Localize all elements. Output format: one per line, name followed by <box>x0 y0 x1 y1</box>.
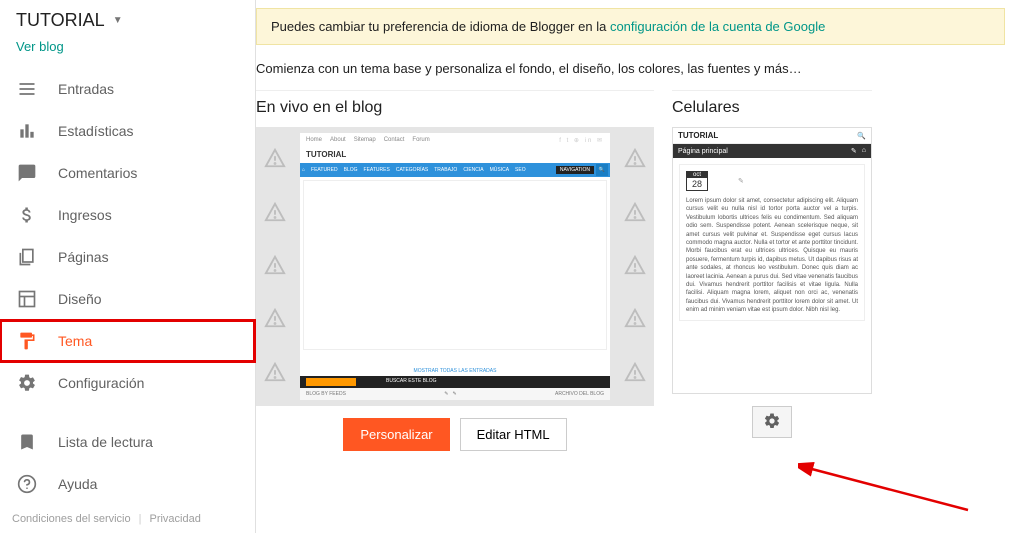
google-account-settings-link[interactable]: configuración de la cuenta de Google <box>610 19 825 34</box>
warning-icon <box>264 147 286 172</box>
live-preview-panel: En vivo en el blog Home <box>256 90 654 451</box>
gear-icon <box>763 412 781 433</box>
comments-icon <box>16 162 38 184</box>
main-content: Puedes cambiar tu preferencia de idioma … <box>256 0 1015 533</box>
warning-icon <box>624 254 646 279</box>
sidebar-item-label: Diseño <box>58 291 102 307</box>
pencil-icon: ✎ <box>738 177 744 185</box>
sidebar-item-label: Tema <box>58 333 92 349</box>
language-notice: Puedes cambiar tu preferencia de idioma … <box>256 8 1005 45</box>
sidebar-item-posts[interactable]: Entradas <box>0 68 255 110</box>
pencil-icon: ✎ <box>851 147 857 155</box>
sidebar-item-reading-list[interactable]: Lista de lectura <box>0 421 255 463</box>
warning-icon <box>264 307 286 332</box>
blog-name: TUTORIAL <box>16 10 105 31</box>
sidebar-item-pages[interactable]: Páginas <box>0 236 255 278</box>
pages-icon <box>16 246 38 268</box>
legal-links: Condiciones del servicio | Privacidad <box>0 505 255 533</box>
sidebar-item-label: Configuración <box>58 375 144 391</box>
sidebar-item-comments[interactable]: Comentarios <box>0 152 255 194</box>
warning-icon <box>264 361 286 386</box>
live-preview-screen[interactable]: Home About Sitemap Contact Forum f t ⊕ i… <box>300 133 610 400</box>
customize-button[interactable]: Personalizar <box>343 418 449 451</box>
mobile-preview-panel: Celulares TUTORIAL 🔍 Página principal ✎⌂… <box>672 90 872 451</box>
sidebar-item-label: Ayuda <box>58 476 97 492</box>
stats-icon <box>16 120 38 142</box>
preview-side-right <box>616 127 654 406</box>
bookmark-icon <box>16 431 38 453</box>
layout-icon <box>16 288 38 310</box>
sidebar-item-label: Páginas <box>58 249 109 265</box>
warning-icon <box>624 201 646 226</box>
sidebar-item-label: Ingresos <box>58 207 112 223</box>
posts-icon <box>16 78 38 100</box>
gear-icon <box>16 372 38 394</box>
mobile-preview-screen[interactable]: TUTORIAL 🔍 Página principal ✎⌂ oct 28 <box>672 127 872 394</box>
sidebar-item-earnings[interactable]: Ingresos <box>0 194 255 236</box>
home-icon: ⌂ <box>862 147 866 155</box>
search-icon: 🔍 <box>857 132 866 140</box>
privacy-link[interactable]: Privacidad <box>149 513 200 525</box>
edit-html-button[interactable]: Editar HTML <box>460 418 567 451</box>
live-preview-title: En vivo en el blog <box>256 90 654 117</box>
terms-link[interactable]: Condiciones del servicio <box>12 513 131 525</box>
sidebar-item-stats[interactable]: Estadísticas <box>0 110 255 152</box>
mobile-settings-button[interactable] <box>752 406 792 438</box>
intro-text: Comienza con un tema base y personaliza … <box>256 61 1005 76</box>
chevron-down-icon: ▼ <box>113 15 123 26</box>
help-icon <box>16 473 38 495</box>
view-blog-link[interactable]: Ver blog <box>0 33 255 68</box>
dollar-icon <box>16 204 38 226</box>
sidebar-item-settings[interactable]: Configuración <box>0 362 255 404</box>
sidebar-item-label: Lista de lectura <box>58 434 153 450</box>
sidebar-item-label: Estadísticas <box>58 123 133 139</box>
theme-icon <box>16 330 38 352</box>
sidebar-item-layout[interactable]: Diseño <box>0 278 255 320</box>
warning-icon <box>264 201 286 226</box>
sidebar: TUTORIAL ▼ Ver blog Entradas Estadística… <box>0 0 256 533</box>
sidebar-item-label: Comentarios <box>58 165 137 181</box>
warning-icon <box>624 307 646 332</box>
preview-side-left <box>256 127 294 406</box>
sidebar-item-label: Entradas <box>58 81 114 97</box>
blog-selector[interactable]: TUTORIAL ▼ <box>0 6 255 33</box>
sidebar-item-theme[interactable]: Tema <box>0 320 255 362</box>
warning-icon <box>264 254 286 279</box>
sidebar-item-help[interactable]: Ayuda <box>0 463 255 505</box>
mobile-preview-title: Celulares <box>672 90 872 117</box>
warning-icon <box>624 361 646 386</box>
warning-icon <box>624 147 646 172</box>
